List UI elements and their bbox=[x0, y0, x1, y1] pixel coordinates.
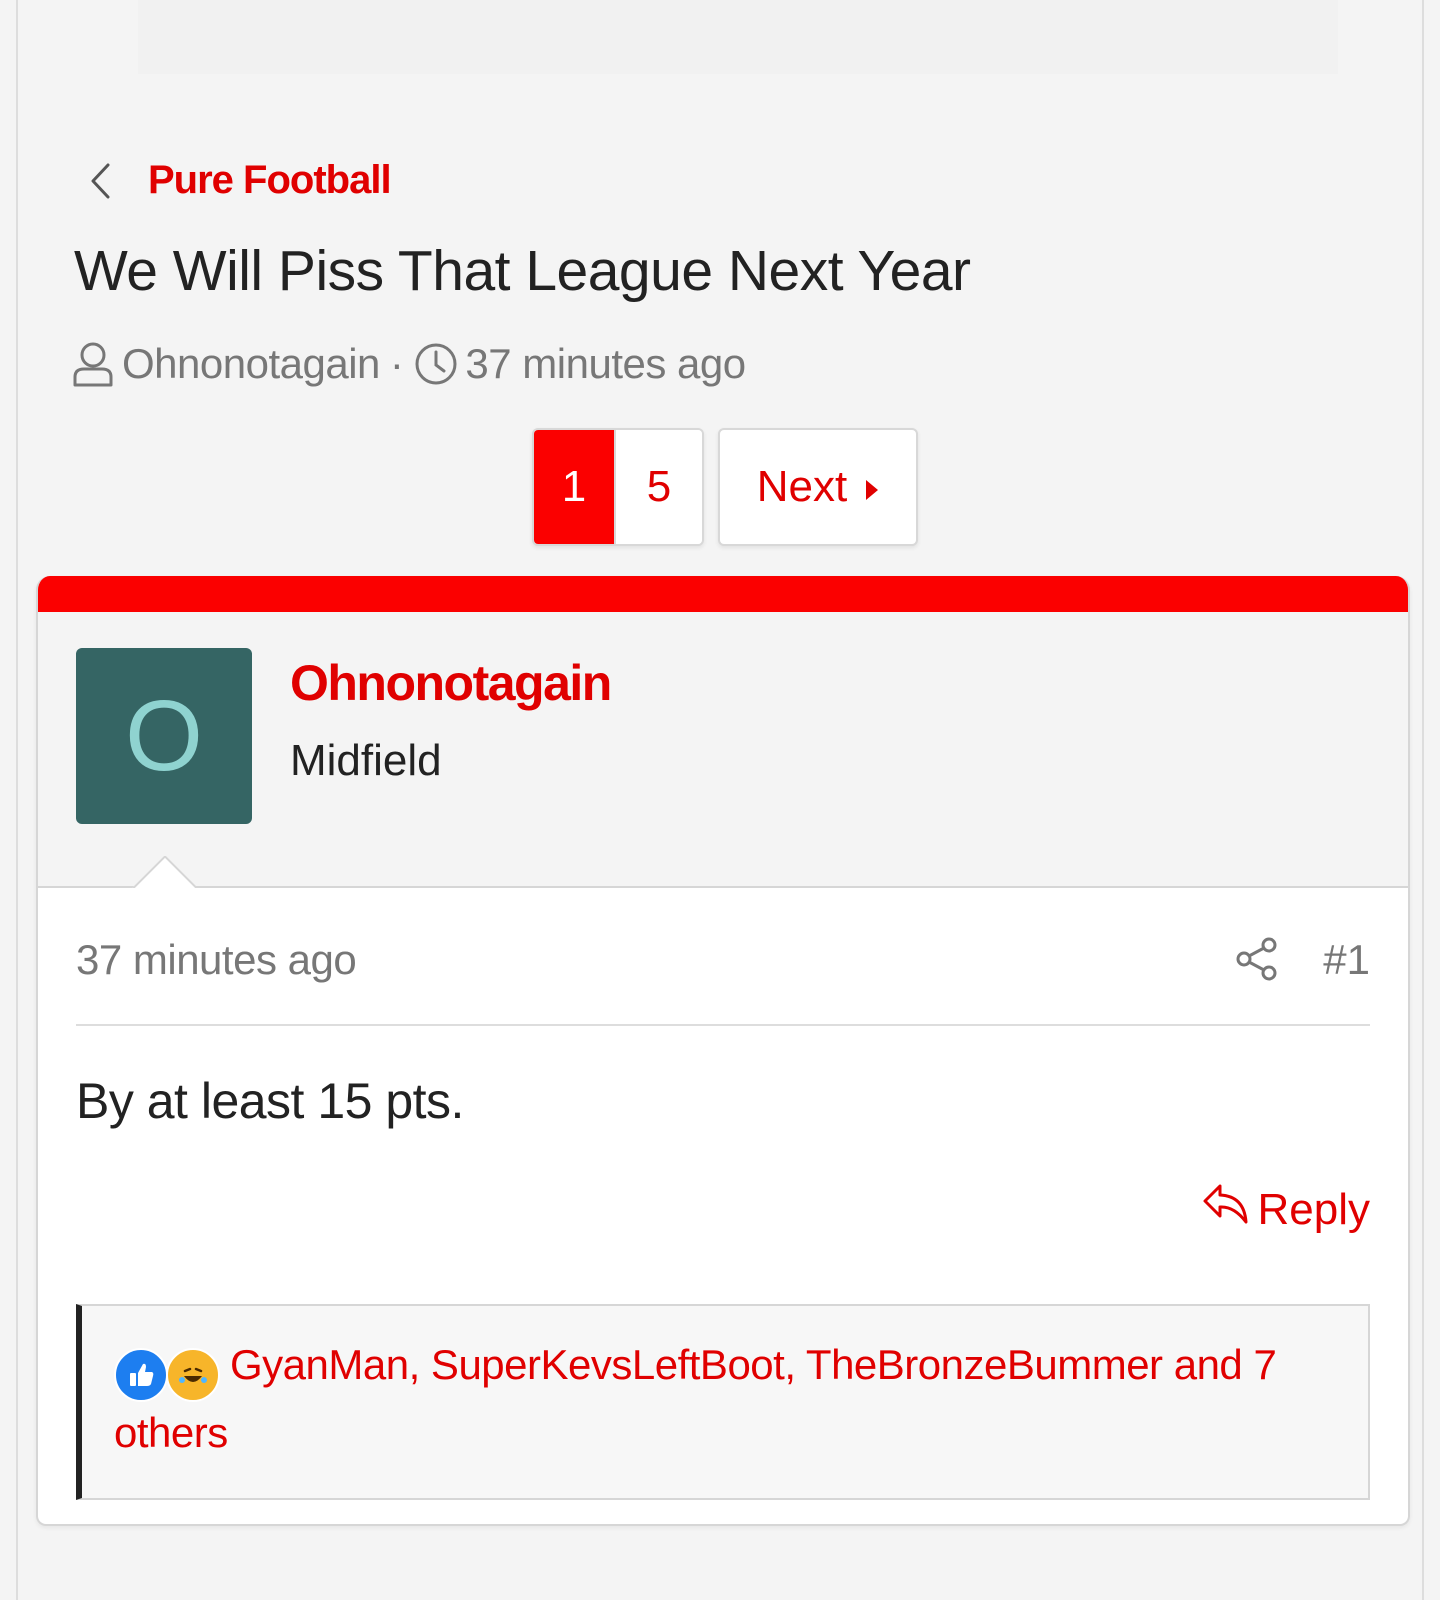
page-button-last[interactable]: 5 bbox=[616, 430, 702, 544]
thread-author-link[interactable]: Ohnonotagain bbox=[122, 340, 380, 388]
share-icon[interactable] bbox=[1234, 936, 1280, 982]
reply-button[interactable]: Reply bbox=[1202, 1182, 1371, 1237]
header-placeholder bbox=[138, 0, 1338, 74]
post-username-link[interactable]: Ohnonotagain bbox=[290, 654, 612, 712]
caret-right-icon bbox=[865, 462, 879, 512]
user-area-pointer bbox=[132, 856, 196, 888]
page-frame: Pure Football We Will Piss That League N… bbox=[16, 0, 1424, 1600]
reply-icon bbox=[1202, 1182, 1250, 1237]
user-icon bbox=[70, 341, 116, 387]
user-title: Midfield bbox=[290, 736, 442, 785]
pagination: 1 5 Next bbox=[532, 428, 918, 546]
thread-time: 37 minutes ago bbox=[465, 340, 746, 387]
chevron-left-icon[interactable] bbox=[84, 161, 118, 201]
next-page-label: Next bbox=[756, 462, 848, 511]
meta-separator: · bbox=[389, 340, 404, 387]
reply-label: Reply bbox=[1257, 1184, 1371, 1234]
thread-meta: Ohnonotagain · 37 minutes ago bbox=[70, 340, 746, 388]
page-number-group: 1 5 bbox=[532, 428, 704, 546]
next-page-button[interactable]: Next bbox=[718, 428, 918, 546]
like-icon bbox=[114, 1348, 168, 1402]
haha-icon bbox=[166, 1348, 220, 1402]
reactions-users-link[interactable]: GyanMan, SuperKevsLeftBoot, TheBronzeBum… bbox=[114, 1341, 1277, 1456]
avatar-letter: O bbox=[125, 679, 203, 792]
page-button-current[interactable]: 1 bbox=[534, 430, 616, 544]
avatar[interactable]: O bbox=[76, 648, 252, 824]
post-time: 37 minutes ago bbox=[76, 936, 357, 983]
post-actions: Reply bbox=[76, 1130, 1370, 1260]
thread-title: We Will Piss That League Next Year bbox=[74, 239, 971, 303]
post-content: By at least 15 pts. bbox=[76, 1073, 464, 1129]
post-card: O Ohnonotagain Midfield 37 minutes ago #… bbox=[36, 576, 1410, 1526]
breadcrumb: Pure Football bbox=[84, 158, 392, 203]
post-user-area: O Ohnonotagain Midfield bbox=[38, 612, 1408, 888]
post-header-row: 37 minutes ago #1 bbox=[76, 888, 1370, 1026]
post-topbar bbox=[38, 576, 1408, 612]
post-number-link[interactable]: #1 bbox=[1323, 936, 1370, 984]
reactions-bar: GyanMan, SuperKevsLeftBoot, TheBronzeBum… bbox=[76, 1304, 1370, 1500]
breadcrumb-forum-link[interactable]: Pure Football bbox=[148, 158, 392, 203]
clock-icon bbox=[413, 341, 459, 387]
post-body: 37 minutes ago #1 By at least 15 pts. Re… bbox=[38, 888, 1408, 1500]
reaction-icons bbox=[114, 1348, 220, 1402]
